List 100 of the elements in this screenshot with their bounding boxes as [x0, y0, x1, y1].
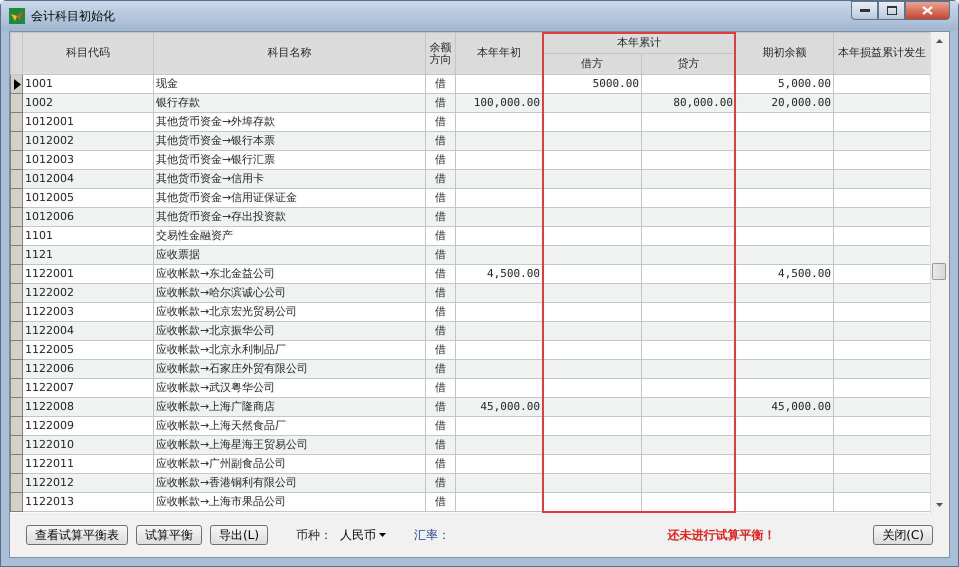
table-cell[interactable]: 借 — [426, 246, 456, 264]
table-cell[interactable] — [456, 284, 542, 302]
table-cell[interactable] — [736, 208, 834, 226]
table-cell[interactable] — [542, 322, 642, 340]
table-cell[interactable]: 借 — [426, 284, 456, 302]
table-cell[interactable] — [834, 398, 930, 416]
table-cell[interactable]: 其他货币资金→银行本票 — [154, 132, 426, 150]
table-cell[interactable]: 1122012 — [22, 474, 154, 492]
table-cell[interactable] — [542, 208, 642, 226]
table-cell[interactable] — [542, 398, 642, 416]
table-cell[interactable] — [456, 474, 542, 492]
table-cell[interactable] — [736, 474, 834, 492]
table-cell[interactable]: 1122006 — [22, 360, 154, 378]
scrollbar-thumb[interactable] — [932, 263, 946, 280]
table-cell[interactable]: 45,000.00 — [456, 398, 542, 416]
table-cell[interactable] — [642, 398, 736, 416]
table-cell[interactable] — [736, 246, 834, 264]
table-cell[interactable] — [542, 360, 642, 378]
column-header[interactable]: 本年年初 — [456, 32, 542, 74]
table-cell[interactable] — [542, 436, 642, 454]
table-cell[interactable] — [456, 246, 542, 264]
minimize-button[interactable] — [851, 1, 878, 20]
table-cell[interactable]: 1002 — [22, 94, 154, 112]
table-cell[interactable] — [834, 170, 930, 188]
table-cell[interactable]: 借 — [426, 398, 456, 416]
table-cell[interactable] — [834, 284, 930, 302]
table-cell[interactable] — [542, 246, 642, 264]
table-cell[interactable] — [834, 246, 930, 264]
table-cell[interactable]: 1122004 — [22, 322, 154, 340]
table-cell[interactable]: 其他货币资金→存出投资款 — [154, 208, 426, 226]
toolbar-button[interactable]: 试算平衡 — [136, 525, 202, 545]
table-cell[interactable] — [456, 170, 542, 188]
table-cell[interactable] — [456, 322, 542, 340]
table-cell[interactable] — [642, 208, 736, 226]
table-cell[interactable]: 借 — [426, 170, 456, 188]
close-dialog-button[interactable]: 关闭(C) — [873, 525, 933, 545]
column-header[interactable]: 借方 — [542, 54, 642, 74]
table-cell[interactable]: 银行存款 — [154, 94, 426, 112]
column-header[interactable]: 贷方 — [642, 54, 736, 74]
table-cell[interactable] — [456, 208, 542, 226]
table-cell[interactable] — [642, 170, 736, 188]
table-cell[interactable]: 应收帐款→哈尔滨诚心公司 — [154, 284, 426, 302]
column-header[interactable]: 余额方向 — [426, 32, 456, 74]
table-cell[interactable]: 1122008 — [22, 398, 154, 416]
table-cell[interactable]: 借 — [426, 436, 456, 454]
table-cell[interactable] — [456, 360, 542, 378]
scroll-up-icon[interactable] — [936, 38, 942, 42]
table-cell[interactable] — [642, 322, 736, 340]
table-cell[interactable] — [642, 360, 736, 378]
scroll-down-icon[interactable] — [936, 502, 942, 506]
table-cell[interactable]: 应收帐款→上海星海王贸易公司 — [154, 436, 426, 454]
table-cell[interactable] — [642, 474, 736, 492]
table-cell[interactable]: 应收帐款→石家庄外贸有限公司 — [154, 360, 426, 378]
table-cell[interactable]: 1122013 — [22, 492, 154, 512]
table-cell[interactable]: 借 — [426, 474, 456, 492]
currency-dropdown[interactable]: 人民币 — [340, 526, 386, 544]
table-cell[interactable]: 其他货币资金→信用卡 — [154, 170, 426, 188]
table-cell[interactable]: 借 — [426, 492, 456, 512]
table-cell[interactable] — [642, 246, 736, 264]
toolbar-button[interactable]: 查看试算平衡表 — [26, 525, 128, 545]
table-cell[interactable]: 应收帐款→上海市果品公司 — [154, 492, 426, 512]
table-cell[interactable]: 借 — [426, 94, 456, 112]
table-cell[interactable]: 1122010 — [22, 436, 154, 454]
table-cell[interactable] — [456, 132, 542, 150]
table-cell[interactable]: 应收帐款→北京振华公司 — [154, 322, 426, 340]
table-cell[interactable]: 1012006 — [22, 208, 154, 226]
vertical-scrollbar[interactable] — [930, 32, 947, 513]
table-cell[interactable] — [834, 474, 930, 492]
maximize-button[interactable] — [878, 1, 905, 20]
table-cell[interactable] — [736, 322, 834, 340]
table-cell[interactable]: 借 — [426, 322, 456, 340]
table-cell[interactable] — [736, 170, 834, 188]
table-cell[interactable] — [834, 360, 930, 378]
table-cell[interactable]: 80,000.00 — [642, 94, 736, 112]
table-cell[interactable] — [736, 436, 834, 454]
table-cell[interactable] — [834, 132, 930, 150]
table-cell[interactable]: 45,000.00 — [736, 398, 834, 416]
column-header[interactable]: 本年损益累计发生 — [834, 32, 930, 74]
table-cell[interactable] — [834, 436, 930, 454]
table-cell[interactable]: 20,000.00 — [736, 94, 834, 112]
table-cell[interactable]: 100,000.00 — [456, 94, 542, 112]
table-cell[interactable] — [542, 284, 642, 302]
table-cell[interactable]: 应收票据 — [154, 246, 426, 264]
table-cell[interactable]: 应收帐款→上海广隆商店 — [154, 398, 426, 416]
column-header[interactable]: 科目代码 — [22, 32, 154, 74]
table-cell[interactable] — [542, 170, 642, 188]
table-cell[interactable] — [736, 132, 834, 150]
table-cell[interactable] — [736, 360, 834, 378]
row-selector[interactable] — [10, 74, 22, 94]
table-cell[interactable]: 1012002 — [22, 132, 154, 150]
table-cell[interactable] — [736, 492, 834, 512]
table-cell[interactable]: 1121 — [22, 246, 154, 264]
toolbar-button[interactable]: 导出(L) — [210, 525, 268, 545]
table-cell[interactable] — [542, 132, 642, 150]
table-cell[interactable]: 1012004 — [22, 170, 154, 188]
table-cell[interactable] — [642, 132, 736, 150]
table-cell[interactable] — [542, 94, 642, 112]
table-cell[interactable] — [456, 436, 542, 454]
column-header[interactable]: 期初余额 — [736, 32, 834, 74]
table-cell[interactable] — [834, 322, 930, 340]
